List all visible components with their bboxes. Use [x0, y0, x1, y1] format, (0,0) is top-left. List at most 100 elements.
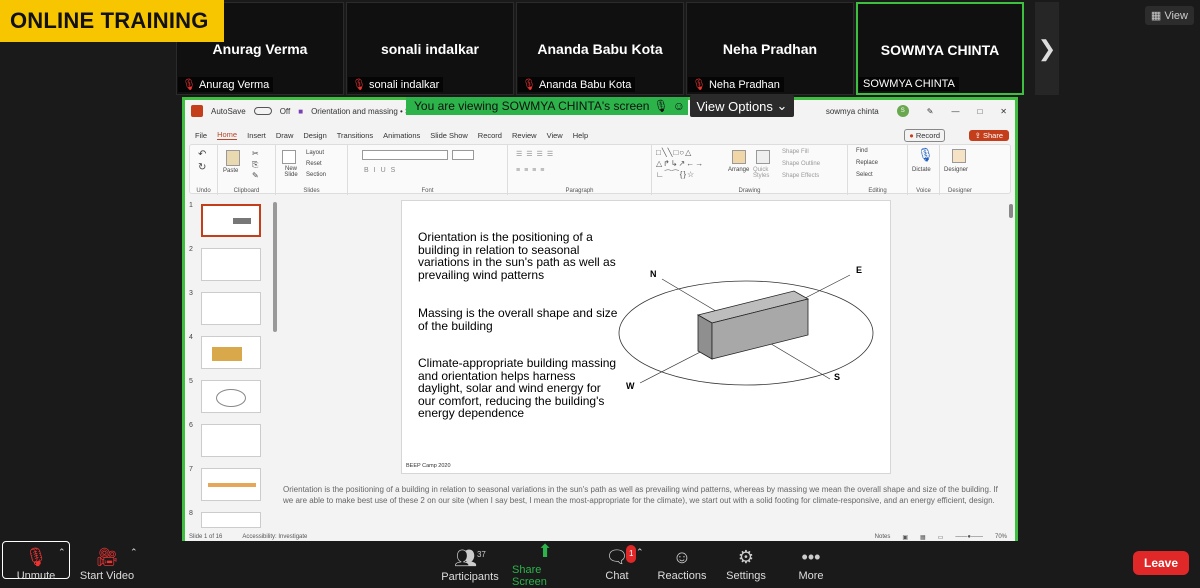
paste-icon[interactable] [226, 150, 240, 166]
menu-review[interactable]: Review [512, 131, 537, 140]
chat-options-chevron-icon[interactable]: ⌃ [636, 547, 644, 558]
more-button[interactable]: ••• More [788, 541, 834, 588]
copy-icon[interactable]: ⎘ [252, 160, 258, 170]
view-button-label: View [1164, 10, 1188, 22]
chat-button[interactable]: 🗨︎ 1 Chat [598, 541, 637, 588]
slide-thumbnail[interactable] [201, 424, 261, 457]
cut-icon[interactable]: ✂ [252, 149, 259, 158]
font-format-icons[interactable]: BIUS [364, 167, 400, 174]
unmute-button[interactable]: 🎙︎ Unmute [6, 541, 66, 588]
find-label[interactable]: Find [856, 148, 868, 154]
reading-view-icon[interactable]: ▭ [938, 534, 944, 541]
participant-tile-active[interactable]: SOWMYA CHINTA SOWMYA CHINTA [856, 2, 1024, 95]
slide-thumbnail[interactable] [201, 512, 261, 528]
leave-button[interactable]: Leave [1133, 551, 1189, 575]
settings-label: Settings [726, 569, 766, 582]
notes-toggle[interactable]: Notes [875, 534, 891, 541]
normal-view-icon[interactable]: ▣ [902, 534, 908, 541]
shapes-gallery-icon[interactable]: ∟⁀⁀{}☆ [656, 170, 695, 179]
slide-thumbnail[interactable] [201, 248, 261, 281]
slide-scrollbar[interactable] [1009, 204, 1013, 218]
redo-icon[interactable]: ↻ [198, 162, 206, 173]
menu-record[interactable]: Record [478, 131, 502, 140]
reset-label[interactable]: Reset [306, 161, 322, 167]
menu-view[interactable]: View [547, 131, 563, 140]
replace-label[interactable]: Replace [856, 160, 878, 166]
speaker-notes[interactable]: Orientation is the positioning of a buil… [283, 485, 1009, 521]
gear-icon: ⚙ [737, 546, 755, 567]
share-button[interactable]: ⇪ Share [968, 129, 1009, 141]
ribbon-group-paragraph: ☰☰☰☰ ≡≡≡≡ Paragraph [508, 145, 652, 195]
sorter-view-icon[interactable]: ▦ [920, 534, 926, 541]
align-icons[interactable]: ≡≡≡≡ [516, 167, 548, 174]
section-label[interactable]: Section [306, 172, 326, 178]
font-size-select[interactable] [452, 150, 474, 160]
select-label[interactable]: Select [856, 172, 873, 178]
viewing-screen-banner: You are viewing SOWMYA CHINTA's screen 🎙… [406, 97, 688, 115]
avatar[interactable]: S [896, 105, 909, 117]
slide-thumbnail[interactable] [201, 292, 261, 325]
participants-button[interactable]: 👥︎37 Participants [440, 541, 500, 588]
video-options-chevron-icon[interactable]: ⌃ [130, 547, 138, 558]
participants-icon: 👥︎37 [454, 548, 486, 568]
view-options-button[interactable]: View Options ⌄ [690, 95, 794, 117]
dictate-mic-icon[interactable]: 🎙︎ [917, 147, 934, 163]
restore-icon[interactable]: □ [977, 107, 982, 116]
next-page-chevron-icon[interactable]: ❯ [1035, 2, 1059, 95]
shapes-gallery-icon[interactable]: △↱↳↗←→ [656, 159, 704, 168]
reactions-button[interactable]: ☺ Reactions [654, 541, 710, 588]
menu-draw[interactable]: Draw [276, 131, 294, 140]
shapes-gallery-icon[interactable]: □╲╲□○△ [656, 148, 692, 157]
ribbon-group-slides: New Slide Layout Reset Section Slides [276, 145, 348, 195]
slide-thumbnail[interactable] [201, 380, 261, 413]
menu-insert[interactable]: Insert [247, 131, 266, 140]
record-button[interactable]: ● Record [904, 128, 945, 142]
slide-thumbnail[interactable] [201, 204, 261, 237]
menu-design[interactable]: Design [303, 131, 326, 140]
minimize-icon[interactable]: — [951, 107, 959, 116]
user-name: sowmya chinta [825, 106, 879, 116]
view-button[interactable]: ▦ View [1144, 6, 1194, 25]
settings-button[interactable]: ⚙ Settings [722, 541, 770, 588]
close-icon[interactable]: ✕ [1000, 107, 1007, 116]
shape-outline-label[interactable]: Shape Outline [782, 161, 820, 167]
menu-slide-show[interactable]: Slide Show [430, 131, 468, 140]
undo-icon[interactable]: ↶ [198, 149, 206, 160]
participant-name: Ananda Babu Kota [537, 41, 663, 57]
participant-tile[interactable]: sonali indalkar 🎙︎ sonali indalkar [346, 2, 514, 95]
thumbnails-scrollbar[interactable] [273, 202, 277, 332]
participant-tile[interactable]: Ananda Babu Kota 🎙︎ Ananda Babu Kota [516, 2, 684, 95]
quick-styles-icon[interactable] [756, 150, 770, 164]
menu-file[interactable]: File [195, 131, 207, 140]
save-icon[interactable]: ■ [298, 107, 303, 116]
record-button-label: Record [915, 130, 940, 140]
format-painter-icon[interactable]: ✎ [252, 171, 259, 180]
accessibility-status[interactable]: Accessibility: Investigate [242, 534, 307, 540]
autosave-toggle[interactable] [253, 107, 272, 115]
arrange-icon[interactable] [732, 150, 746, 164]
share-screen-button[interactable]: ⬆ Share Screen [512, 541, 578, 588]
menu-transitions[interactable]: Transitions [337, 131, 373, 140]
participant-tag: 🎙︎ Ananda Babu Kota [518, 77, 636, 92]
menu-help[interactable]: Help [573, 131, 588, 140]
thumb-number: 6 [189, 422, 193, 429]
pen-icon[interactable]: ✎ [927, 107, 934, 116]
menu-animations[interactable]: Animations [383, 131, 420, 140]
slide-footer: BEEP Camp 2020 [406, 463, 451, 469]
slide-thumbnail[interactable] [201, 468, 261, 501]
participant-tile[interactable]: Neha Pradhan 🎙︎ Neha Pradhan [686, 2, 854, 95]
zoom-slider[interactable]: ——●—— [955, 534, 983, 541]
slide-thumbnail[interactable] [201, 336, 261, 369]
menu-home[interactable]: Home [217, 130, 238, 140]
font-family-select[interactable] [362, 150, 448, 160]
list-icons[interactable]: ☰☰☰☰ [516, 150, 557, 158]
start-video-button[interactable]: 🎥︎ Start Video [76, 541, 138, 588]
audio-options-chevron-icon[interactable]: ⌃ [58, 547, 66, 558]
slide-canvas[interactable]: Orientation is the positioning of a buil… [401, 200, 891, 474]
designer-icon[interactable] [952, 149, 966, 163]
new-slide-icon[interactable] [282, 150, 296, 164]
shape-fill-label[interactable]: Shape Fill [782, 149, 809, 155]
shape-effects-label[interactable]: Shape Effects [782, 173, 819, 179]
share-button-label: Share [982, 130, 1003, 140]
layout-label[interactable]: Layout [306, 150, 324, 156]
